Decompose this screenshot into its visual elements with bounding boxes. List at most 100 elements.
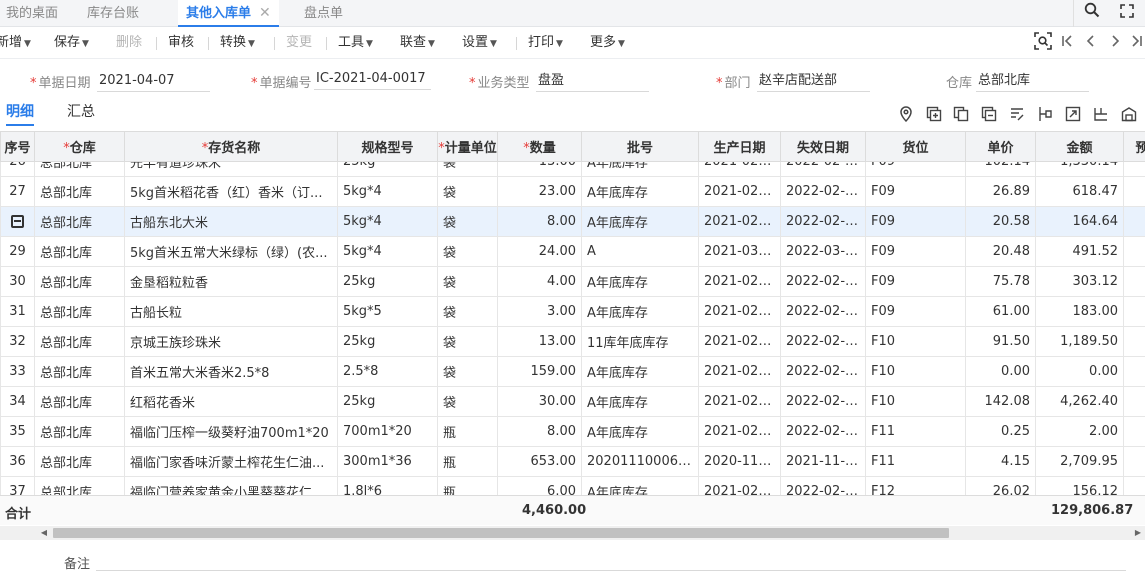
table-cell[interactable]: 2021-02-04 <box>698 386 781 417</box>
table-cell[interactable]: 91.50 <box>965 326 1036 357</box>
table-cell[interactable]: 24.00 <box>497 236 582 267</box>
table-cell[interactable] <box>1123 176 1145 207</box>
table-cell[interactable]: 2021-02-04 <box>698 266 781 297</box>
table-cell[interactable]: 36 <box>0 446 35 477</box>
table-cell[interactable]: 20.48 <box>965 236 1036 267</box>
tab-inventory-ledger[interactable]: 库存台账 <box>87 0 139 27</box>
table-cell[interactable]: 2021-02-04 <box>698 476 781 495</box>
table-cell[interactable]: 京城王族珍珠米 <box>124 326 338 357</box>
col-spec[interactable]: 规格型号 <box>337 131 438 162</box>
delete-button[interactable]: 删除 <box>116 27 142 59</box>
table-cell[interactable]: 金垦稻粒粒香 <box>124 266 338 297</box>
table-cell[interactable]: 156.12 <box>1035 476 1124 495</box>
table-cell[interactable] <box>1123 416 1145 447</box>
table-cell[interactable]: A年底库存 <box>581 206 699 237</box>
table-cell[interactable] <box>1123 446 1145 477</box>
table-cell[interactable]: 总部北库 <box>34 446 125 477</box>
table-cell[interactable]: 25kg <box>337 162 438 177</box>
table-cell[interactable]: 11库年底库存 <box>581 326 699 357</box>
table-cell[interactable]: 2022-03-26 <box>780 236 866 267</box>
table-cell[interactable] <box>1123 386 1145 417</box>
table-cell[interactable]: 25kg <box>337 266 438 297</box>
table-cell[interactable]: 总部北库 <box>34 386 125 417</box>
table-cell[interactable]: F09 <box>865 266 966 297</box>
table-cell[interactable]: 古船长粒 <box>124 296 338 327</box>
table-cell[interactable]: 1.8l*6 <box>337 476 438 495</box>
table-row[interactable]: 34 总部北库 红稻花香米 25kg 袋 30.00 A年底库存 2021-02-04 2022… <box>0 386 1145 417</box>
table-cell[interactable]: 2022-02-03 <box>780 326 866 357</box>
table-cell[interactable]: 总部北库 <box>34 326 125 357</box>
scroll-right-icon[interactable]: ▶ <box>1131 526 1145 540</box>
table-cell[interactable]: 13.00 <box>497 326 582 357</box>
table-cell[interactable]: 37 <box>0 476 35 495</box>
table-cell[interactable]: 29 <box>0 236 35 267</box>
layout-icon[interactable] <box>1092 106 1110 124</box>
table-cell[interactable]: 总部北库 <box>34 176 125 207</box>
location-icon[interactable] <box>897 106 915 124</box>
warehouse-icon[interactable] <box>1120 106 1138 124</box>
table-row[interactable]: 26总部北库先丰有道珍珠米25kg袋13.00A年底库存2021-02-0420… <box>0 162 1145 177</box>
remark-field[interactable] <box>96 570 1126 571</box>
table-cell[interactable]: 4.00 <box>497 266 582 297</box>
table-cell[interactable]: 先丰有道珍珠米 <box>124 162 338 177</box>
table-cell[interactable]: F10 <box>865 386 966 417</box>
table-cell[interactable]: 2020111000648 <box>581 446 699 477</box>
next-page-icon[interactable] <box>1104 32 1126 54</box>
table-cell[interactable]: 300m1*36 <box>337 446 438 477</box>
table-cell[interactable]: 26.89 <box>965 176 1036 207</box>
table-cell[interactable]: 27 <box>0 176 35 207</box>
table-cell[interactable]: 2021-03-27 <box>698 236 781 267</box>
table-cell[interactable]: 福临门家香味沂蒙土榨花生仁油... <box>124 446 338 477</box>
table-cell[interactable]: 2021-02-04 <box>698 326 781 357</box>
row-edit-icon[interactable] <box>11 215 24 228</box>
table-cell[interactable]: 总部北库 <box>34 206 125 237</box>
table-cell[interactable]: 618.47 <box>1035 176 1124 207</box>
save-button[interactable]: 保存 ▼ <box>54 27 89 59</box>
table-cell[interactable]: 75.78 <box>965 266 1036 297</box>
table-cell[interactable]: 2022-02-03 <box>780 356 866 387</box>
table-cell[interactable]: A年底库存 <box>581 356 699 387</box>
table-cell[interactable] <box>1123 236 1145 267</box>
table-row[interactable]: 32 总部北库 京城王族珍珠米 25kg 袋 13.00 11库年底库存 2021-02-04… <box>0 326 1145 357</box>
find-record-icon[interactable] <box>1032 32 1054 54</box>
table-cell[interactable]: A年底库存 <box>581 416 699 447</box>
table-cell[interactable] <box>1123 206 1145 237</box>
table-cell[interactable]: 2022-02-03 <box>780 266 866 297</box>
table-cell[interactable] <box>1123 296 1145 327</box>
horizontal-scrollbar[interactable]: ◀ ▶ <box>0 526 1145 540</box>
copy-row-icon[interactable] <box>952 106 970 124</box>
table-cell[interactable]: 2.00 <box>1035 416 1124 447</box>
warehouse-field[interactable]: 总部北库 <box>976 70 1089 92</box>
scroll-left-icon[interactable]: ◀ <box>37 526 51 540</box>
table-row[interactable]: 27 总部北库 5kg首米稻花香（红）香米（订... 5kg*4 袋 23.00 A年底库存… <box>0 176 1145 207</box>
table-row[interactable]: 37 总部北库 福临门营养家黄金小黑葵葵花仁... 1.8l*6 瓶 6.00 A年底库存 2… <box>0 476 1145 495</box>
table-cell[interactable]: 6.00 <box>497 476 582 495</box>
table-row[interactable]: 29 总部北库 5kg首米五常大米绿标（绿）(农... 5kg*4 袋 24.00 A 202… <box>0 236 1145 267</box>
tools-button[interactable]: 工具 ▼ <box>338 27 373 59</box>
table-cell[interactable]: A <box>581 236 699 267</box>
table-cell[interactable]: 2021-02-04 <box>698 206 781 237</box>
table-cell[interactable]: 4,262.40 <box>1035 386 1124 417</box>
table-row[interactable]: 30 总部北库 金垦稻粒粒香 25kg 袋 4.00 A年底库存 2021-02-04 2022… <box>0 266 1145 297</box>
col-item-name[interactable]: *存货名称 <box>124 131 338 162</box>
dept-field[interactable]: 赵辛店配送部 <box>757 70 870 92</box>
table-cell[interactable]: 福临门营养家黄金小黑葵葵花仁... <box>124 476 338 495</box>
table-cell[interactable]: 159.00 <box>497 356 582 387</box>
table-cell[interactable]: 30.00 <box>497 386 582 417</box>
table-cell[interactable]: 红稻花香米 <box>124 386 338 417</box>
table-cell[interactable]: 2021-02-04 <box>698 176 781 207</box>
col-unit-price[interactable]: 单价 <box>965 131 1036 162</box>
table-cell[interactable]: 首米五常大米香米2.5*8 <box>124 356 338 387</box>
table-cell[interactable]: 瓶 <box>437 476 498 495</box>
table-cell[interactable]: 2022-02-03 <box>780 296 866 327</box>
table-cell[interactable]: A年底库存 <box>581 176 699 207</box>
table-cell[interactable]: 8.00 <box>497 206 582 237</box>
table-row[interactable]: 36 总部北库 福临门家香味沂蒙土榨花生仁油... 300m1*36 瓶 653.00 20… <box>0 446 1145 477</box>
add-row-icon[interactable] <box>925 106 943 124</box>
table-cell[interactable]: 5kg*4 <box>337 206 438 237</box>
table-cell[interactable]: F09 <box>865 236 966 267</box>
col-warehouse[interactable]: *仓库 <box>34 131 125 162</box>
convert-button[interactable]: 转换 ▼ <box>220 27 255 59</box>
table-cell[interactable]: F10 <box>865 356 966 387</box>
table-cell[interactable]: 31 <box>0 296 35 327</box>
